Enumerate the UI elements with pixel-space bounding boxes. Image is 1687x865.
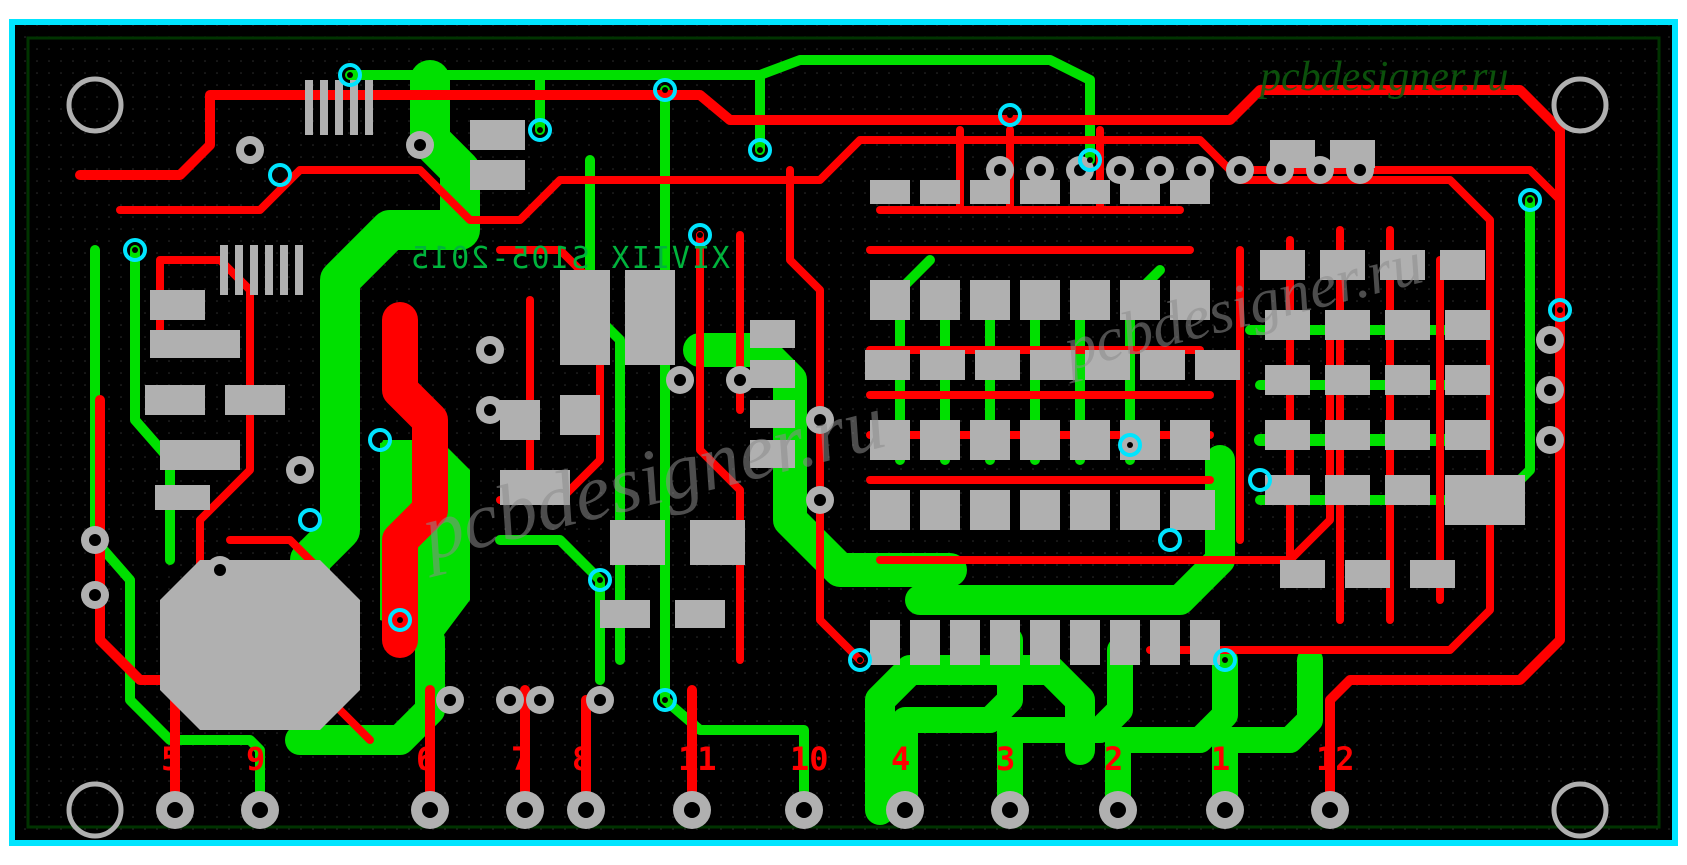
silkscreen-text: XIVIIX S105-2015 [409, 241, 730, 276]
pin-number-label: 4 [891, 740, 910, 778]
pin-number-label: 11 [678, 740, 717, 778]
pin-number-label: 7 [511, 740, 530, 778]
pin-number-label: 5 [161, 740, 180, 778]
pcb-layout-svg: XIVIIX S105-2015 pcbdesigner.ru pcbdesig… [0, 0, 1687, 865]
pin-number-label: 12 [1316, 740, 1355, 778]
pin-number-label: 2 [1104, 740, 1123, 778]
pin-pad [785, 791, 823, 829]
pin-number-label: 10 [790, 740, 829, 778]
pin-pad [241, 791, 279, 829]
pin-number-label: 3 [996, 740, 1015, 778]
watermark-top-right: pcbdesigner.ru [1257, 54, 1508, 100]
pin-number-label: 9 [246, 740, 265, 778]
pin-pad [673, 791, 711, 829]
pin-pad [991, 791, 1029, 829]
pin-number-label: 1 [1211, 740, 1230, 778]
pin-pad [411, 791, 449, 829]
pin-pad [1311, 791, 1349, 829]
pin-pad [1206, 791, 1244, 829]
pin-number-label: 8 [572, 740, 591, 778]
pin-number-label: 6 [416, 740, 435, 778]
pin-pad [886, 791, 924, 829]
pin-pad [567, 791, 605, 829]
pin-pad [1099, 791, 1137, 829]
pin-pad [506, 791, 544, 829]
pin-pad [156, 791, 194, 829]
